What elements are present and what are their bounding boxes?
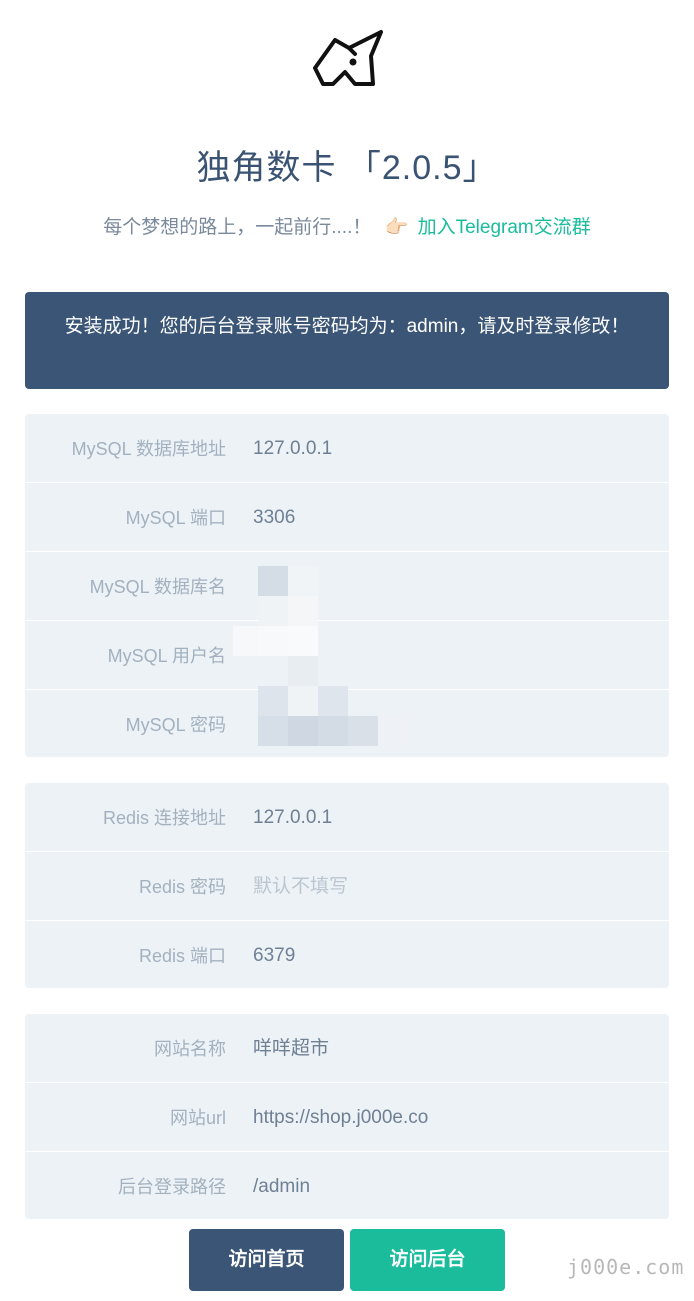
mysql-dbname-label: MySQL 数据库名 [89, 577, 226, 597]
site-url-value: https://shop.j000e.co [253, 1107, 429, 1128]
redis-port-value: 6379 [253, 945, 296, 966]
watermark: j000e.com [567, 1255, 685, 1279]
redis-password-row: Redis 密码 默认不填写 [25, 852, 669, 921]
site-name-value: 咩咩超市 [253, 1038, 330, 1059]
redis-host-value: 127.0.0.1 [253, 807, 333, 828]
redis-port-row: Redis 端口 6379 [25, 921, 669, 990]
mysql-port-label: MySQL 端口 [125, 508, 226, 528]
mysql-host-row: MySQL 数据库地址 127.0.0.1 [25, 414, 669, 483]
redis-password-label: Redis 密码 [138, 877, 226, 897]
mysql-password-label: MySQL 密码 [125, 715, 226, 735]
mysql-port-row: MySQL 端口 3306 [25, 483, 669, 552]
visit-admin-button[interactable]: 访问后台 [350, 1229, 505, 1291]
mysql-port-value: 3306 [253, 507, 296, 528]
page-title: 独角数卡 「2.0.5」 [196, 149, 498, 187]
redis-host-row: Redis 连接地址 127.0.0.1 [25, 783, 669, 852]
pointing-hand-icon: 👉🏻 [384, 217, 409, 238]
success-alert: 安装成功！您的后台登录账号密码均为：admin，请及时登录修改！ [25, 292, 669, 389]
admin-path-label: 后台登录路径 [118, 1177, 226, 1197]
mysql-host-label: MySQL 数据库地址 [71, 439, 226, 459]
redis-host-label: Redis 连接地址 [102, 808, 226, 828]
mysql-host-value: 127.0.0.1 [253, 438, 333, 459]
mysql-username-label: MySQL 用户名 [107, 646, 226, 666]
site-config-card: 网站名称 咩咩超市 网站url https://shop.j000e.co 后台… [25, 1014, 669, 1219]
site-name-row: 网站名称 咩咩超市 [25, 1014, 669, 1083]
admin-path-value: /admin [253, 1176, 311, 1197]
subtitle-text: 每个梦想的路上，一起前行....！ [103, 217, 372, 238]
site-name-label: 网站名称 [154, 1039, 226, 1059]
unicorn-logo-icon [313, 30, 383, 86]
subtitle: 每个梦想的路上，一起前行....！ 👉🏻 加入Telegram交流群 [0, 214, 694, 242]
visit-home-button[interactable]: 访问首页 [189, 1229, 344, 1291]
site-url-label: 网站url [169, 1108, 226, 1128]
redis-port-label: Redis 端口 [138, 946, 226, 966]
telegram-group-link[interactable]: 加入Telegram交流群 [418, 217, 591, 238]
admin-path-row: 后台登录路径 /admin [25, 1152, 669, 1221]
redis-config-card: Redis 连接地址 127.0.0.1 Redis 密码 默认不填写 Redi… [25, 783, 669, 988]
redacted-mosaic [233, 566, 413, 746]
site-url-row: 网站url https://shop.j000e.co [25, 1083, 669, 1152]
redis-password-placeholder: 默认不填写 [253, 876, 349, 897]
